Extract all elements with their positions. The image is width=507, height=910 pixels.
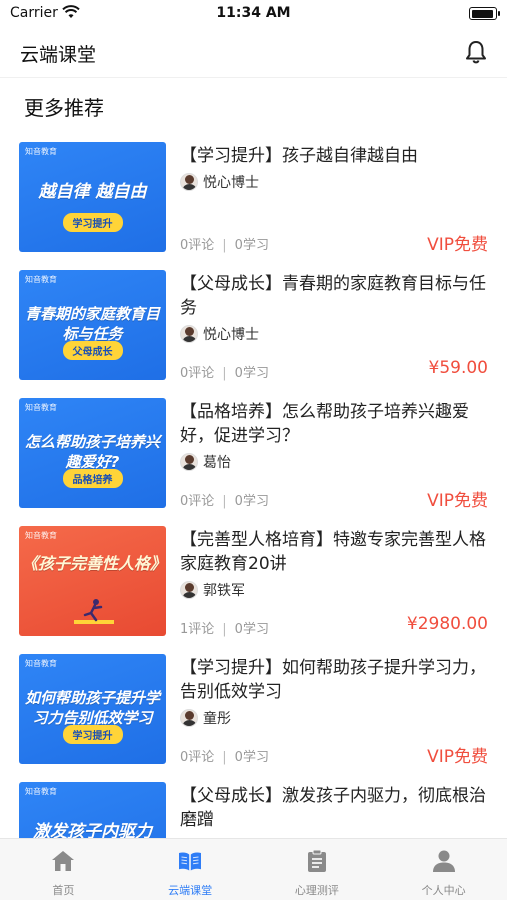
learner-count: 0学习 <box>235 366 269 381</box>
course-thumbnail: 知音教育 如何帮助孩子提升学习力告别低效学习 学习提升 <box>19 654 166 764</box>
learner-count: 0学习 <box>235 750 269 765</box>
comment-count: 0评论 <box>180 366 214 381</box>
course-title: 【学习提升】如何帮助孩子提升学习力，告别低效学习 <box>180 656 489 704</box>
course-title: 【品格培养】怎么帮助孩子培养兴趣爱好，促进学习？ <box>180 400 489 448</box>
course-author: 郭铁军 <box>180 580 245 600</box>
runner-illustration <box>74 596 114 626</box>
learner-count: 0学习 <box>235 622 269 637</box>
course-stats: 0评论|0学习 <box>180 234 269 253</box>
course-stats: 0评论|0学习 <box>180 490 269 509</box>
thumb-headline: 怎么帮助孩子培养兴趣爱好? <box>19 432 166 472</box>
thumb-logo: 知音教育 <box>25 530 57 541</box>
avatar <box>180 453 198 471</box>
author-name: 悦心博士 <box>203 324 259 344</box>
avatar <box>180 709 198 727</box>
tab-cloud-classroom[interactable]: 云端课堂 <box>127 839 254 900</box>
bell-icon[interactable] <box>463 39 489 65</box>
tab-label: 心理测评 <box>254 882 381 898</box>
learner-count: 0学习 <box>235 494 269 509</box>
author-name: 葛怡 <box>203 452 231 472</box>
course-item[interactable]: 知音教育 如何帮助孩子提升学习力告别低效学习 学习提升 【学习提升】如何帮助孩子… <box>0 654 507 782</box>
course-title: 【学习提升】孩子越自律越自由 <box>180 144 489 168</box>
user-icon <box>431 849 457 873</box>
thumb-logo: 知音教育 <box>25 402 57 413</box>
comment-count: 0评论 <box>180 494 214 509</box>
thumb-headline: 越自律 越自由 <box>19 182 166 202</box>
course-thumbnail: 知音教育 越自律 越自由 学习提升 <box>19 142 166 252</box>
tab-label: 个人中心 <box>380 882 507 898</box>
course-title: 【父母成长】青春期的家庭教育目标与任务 <box>180 272 489 320</box>
status-bar: Carrier 11:34 AM <box>0 0 507 28</box>
author-name: 童彤 <box>203 708 231 728</box>
section-title: 更多推荐 <box>20 92 108 122</box>
course-item[interactable]: 知音教育 越自律 越自由 学习提升 【学习提升】孩子越自律越自由 悦心博士 0评… <box>0 142 507 270</box>
tab-home[interactable]: 首页 <box>0 839 127 900</box>
course-stats: 0评论|0学习 <box>180 362 269 381</box>
thumb-logo: 知音教育 <box>25 786 57 797</box>
author-name: 郭铁军 <box>203 580 245 600</box>
clipboard-icon <box>304 849 330 873</box>
course-title: 【父母成长】激发孩子内驱力，彻底根治磨蹭 <box>180 784 489 832</box>
course-thumbnail: 知音教育 青春期的家庭教育目标与任务 父母成长 <box>19 270 166 380</box>
home-icon <box>50 849 76 873</box>
thumb-tag: 品格培养 <box>63 469 123 488</box>
avatar <box>180 325 198 343</box>
learner-count: 0学习 <box>235 238 269 253</box>
course-author: 葛怡 <box>180 452 231 472</box>
tab-psych-test[interactable]: 心理测评 <box>254 839 381 900</box>
tab-profile[interactable]: 个人中心 <box>380 839 507 900</box>
course-author: 悦心博士 <box>180 324 259 344</box>
thumb-logo: 知音教育 <box>25 274 57 285</box>
thumb-tag: 学习提升 <box>63 725 123 744</box>
avatar <box>180 581 198 599</box>
thumb-headline: 《孩子完善性人格》 <box>19 554 166 574</box>
course-item[interactable]: 知音教育 《孩子完善性人格》 【完善型人格培育】特邀专家完善型人格家庭教育20讲… <box>0 526 507 654</box>
tab-label: 云端课堂 <box>127 882 254 898</box>
thumb-logo: 知音教育 <box>25 146 57 157</box>
thumb-tag: 学习提升 <box>63 213 123 232</box>
course-stats: 1评论|0学习 <box>180 618 269 637</box>
course-price: ¥59.00 <box>429 358 488 378</box>
course-price: VIP免费 <box>427 486 488 511</box>
course-price: ¥2980.00 <box>407 614 488 634</box>
course-list: 知音教育 越自律 越自由 学习提升 【学习提升】孩子越自律越自由 悦心博士 0评… <box>0 142 507 910</box>
clock: 11:34 AM <box>0 5 507 21</box>
thumb-headline: 青春期的家庭教育目标与任务 <box>19 304 166 344</box>
comment-count: 0评论 <box>180 750 214 765</box>
course-thumbnail: 知音教育 《孩子完善性人格》 <box>19 526 166 636</box>
course-price: VIP免费 <box>427 230 488 255</box>
page-title: 云端课堂 <box>20 40 96 67</box>
author-name: 悦心博士 <box>203 172 259 192</box>
course-title: 【完善型人格培育】特邀专家完善型人格家庭教育20讲 <box>180 528 489 576</box>
course-thumbnail: 知音教育 怎么帮助孩子培养兴趣爱好? 品格培养 <box>19 398 166 508</box>
thumb-headline: 如何帮助孩子提升学习力告别低效学习 <box>19 688 166 728</box>
battery-icon <box>469 7 497 20</box>
book-icon <box>177 849 203 873</box>
course-stats: 0评论|0学习 <box>180 746 269 765</box>
course-author: 童彤 <box>180 708 231 728</box>
comment-count: 0评论 <box>180 238 214 253</box>
course-author: 悦心博士 <box>180 172 259 192</box>
thumb-logo: 知音教育 <box>25 658 57 669</box>
comment-count: 1评论 <box>180 622 214 637</box>
course-item[interactable]: 知音教育 怎么帮助孩子培养兴趣爱好? 品格培养 【品格培养】怎么帮助孩子培养兴趣… <box>0 398 507 526</box>
nav-bar: 云端课堂 <box>0 28 507 78</box>
course-price: VIP免费 <box>427 742 488 767</box>
avatar <box>180 173 198 191</box>
course-item[interactable]: 知音教育 青春期的家庭教育目标与任务 父母成长 【父母成长】青春期的家庭教育目标… <box>0 270 507 398</box>
thumb-tag: 父母成长 <box>63 341 123 360</box>
tab-bar: 首页 云端课堂 心理测评 个人中心 <box>0 838 507 900</box>
tab-label: 首页 <box>0 882 127 898</box>
